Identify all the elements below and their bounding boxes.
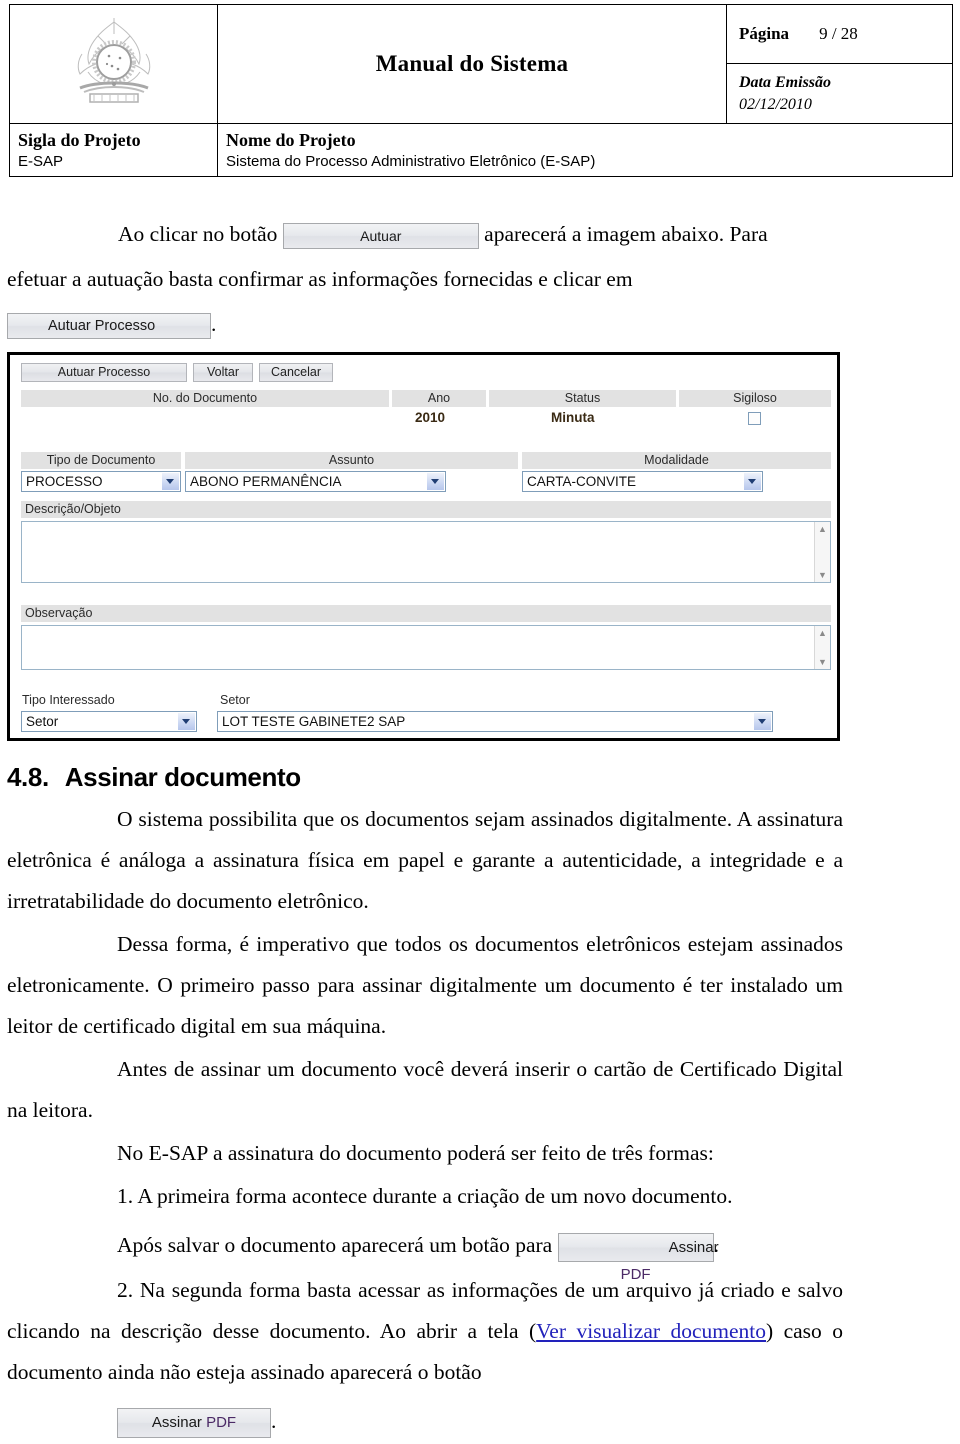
intro-block: Ao clicar no botão Autuar aparecerá a im…	[0, 214, 960, 345]
page-value: 9 / 28	[819, 24, 858, 43]
field-label-tipo-documento: Tipo de Documento	[21, 452, 181, 469]
intro-line-1: Ao clicar no botão Autuar aparecerá a im…	[118, 214, 843, 255]
select-tipo-documento[interactable]: PROCESSO	[21, 471, 181, 492]
chevron-down-icon[interactable]	[744, 473, 761, 490]
field-label-descricao-objeto: Descrição/Objeto	[21, 501, 831, 518]
assinar-pdf-label-b: PDF	[206, 1414, 237, 1432]
issue-date-row: Data Emissão 02/12/2010	[727, 64, 952, 124]
toolbar-cancelar-button[interactable]: Cancelar	[259, 363, 333, 382]
list-item-1: 1. A primeira forma acontece durante a c…	[117, 1184, 733, 1208]
logo-cell	[9, 4, 218, 124]
select-assunto-value: ABONO PERMANÊNCIA	[190, 474, 342, 489]
section-paragraph-2: Dessa forma, é imperativo que todos os d…	[7, 932, 843, 1038]
assinar-pdf-button-image-2[interactable]: Assinar PDF	[117, 1408, 271, 1439]
project-acronym-label: Sigla do Projeto	[18, 130, 141, 150]
toolbar-voltar-button[interactable]: Voltar	[193, 363, 253, 382]
list-item-1-note-text: Após salvar o documento aparecerá um bot…	[117, 1233, 553, 1257]
project-acronym-cell: Sigla do Projeto E-SAP	[9, 123, 218, 177]
column-header-no-documento: No. do Documento	[21, 390, 389, 407]
chevron-down-icon[interactable]	[178, 713, 195, 730]
assinar-pdf-label-a: Assinar	[151, 1414, 207, 1432]
manual-title-cell: Manual do Sistema	[217, 4, 727, 124]
autuar-button-image[interactable]: Autuar	[282, 223, 479, 250]
column-header-status: Status	[489, 390, 676, 407]
scroll-down-icon[interactable]: ▼	[817, 657, 828, 667]
select-setor[interactable]: LOT TESTE GABINETE2 SAP	[217, 711, 773, 732]
field-label-modalidade: Modalidade	[522, 452, 831, 469]
section-title: Assinar documento	[64, 762, 301, 792]
scroll-down-icon[interactable]: ▼	[817, 570, 828, 580]
select-assunto[interactable]: ABONO PERMANÊNCIA	[185, 471, 446, 492]
field-label-setor: Setor	[220, 693, 250, 707]
autuar-processo-button-image[interactable]: Autuar Processo	[7, 313, 211, 340]
list-item-1-period: .	[713, 1233, 719, 1257]
intro-text-1: Ao clicar no botão	[118, 222, 278, 246]
chevron-down-icon[interactable]	[162, 473, 179, 490]
section-number: 4.8.	[7, 762, 49, 792]
scroll-up-icon[interactable]: ▲	[817, 524, 828, 534]
select-tipo-interessado[interactable]: Setor	[21, 711, 197, 732]
project-name-label: Nome do Projeto	[226, 130, 356, 150]
column-header-ano: Ano	[392, 390, 486, 407]
value-ano: 2010	[415, 410, 446, 425]
intro-text-2: aparecerá a imagem abaixo. Para	[484, 222, 768, 246]
select-tipo-interessado-value: Setor	[26, 714, 59, 729]
select-tipo-documento-value: PROCESSO	[26, 474, 103, 489]
sigiloso-checkbox[interactable]	[748, 412, 761, 425]
chevron-down-icon[interactable]	[754, 713, 771, 730]
value-status: Minuta	[551, 410, 595, 425]
assinar-pdf-button-image-1[interactable]: Assinar PDF	[557, 1232, 719, 1283]
section-paragraph-1: O sistema possibilita que os documentos …	[7, 807, 843, 913]
list-item-2: 2. Na segunda forma basta acessar as inf…	[7, 1270, 843, 1393]
section-paragraph-4: No E-SAP a assinatura do documento poder…	[117, 1141, 714, 1165]
issue-date-value: 02/12/2010	[739, 95, 812, 113]
ver-visualizar-documento-link[interactable]: Ver visualizar documento	[536, 1319, 766, 1343]
list-item-2-note: Assinar PDF.	[7, 1401, 953, 1442]
select-modalidade[interactable]: CARTA-CONVITE	[522, 471, 763, 492]
issue-date-label: Data Emissão	[739, 73, 832, 91]
list-item-2-period: .	[271, 1409, 277, 1433]
intro-period: .	[211, 312, 217, 336]
project-acronym-value: E-SAP	[18, 152, 64, 170]
scroll-up-icon[interactable]: ▲	[817, 628, 828, 638]
project-name-cell: Nome do Projeto Sistema do Processo Admi…	[217, 123, 953, 177]
field-label-observacao: Observação	[21, 605, 831, 622]
page-number-row: Página 9 / 28	[727, 5, 952, 64]
textarea-scrollbar[interactable]: ▲ ▼	[814, 626, 830, 669]
application-screenshot: Autuar Processo Voltar Cancelar No. do D…	[7, 352, 840, 741]
project-name-value: Sistema do Processo Administrativo Eletr…	[226, 152, 596, 170]
textarea-observacao[interactable]: ▲ ▼	[21, 625, 831, 670]
column-header-sigiloso: Sigiloso	[679, 390, 831, 407]
assinar-pdf-label-a: Assinar	[668, 1238, 719, 1256]
section-assinar-documento: 4.8. Assinar documento O sistema possibil…	[0, 762, 960, 1442]
section-paragraph-3: Antes de assinar um documento você dever…	[7, 1057, 843, 1122]
toolbar-autuar-processo-button[interactable]: Autuar Processo	[21, 363, 187, 382]
page-label: Página	[739, 24, 790, 43]
field-label-tipo-interessado: Tipo Interessado	[22, 693, 115, 707]
select-setor-value: LOT TESTE GABINETE2 SAP	[222, 714, 406, 729]
intro-line-2: efetuar a autuação basta confirmar as in…	[7, 267, 633, 291]
list-item-1-note: Após salvar o documento aparecerá um bot…	[7, 1225, 843, 1283]
field-label-assunto: Assunto	[185, 452, 518, 469]
header-meta-cell: Página 9 / 28 Data Emissão 02/12/2010	[726, 4, 953, 124]
brazil-coat-of-arms-icon	[68, 17, 160, 114]
textarea-scrollbar[interactable]: ▲ ▼	[814, 522, 830, 582]
chevron-down-icon[interactable]	[427, 473, 444, 490]
textarea-descricao-objeto[interactable]: ▲ ▼	[21, 521, 831, 583]
section-heading: 4.8. Assinar documento	[7, 762, 960, 793]
select-modalidade-value: CARTA-CONVITE	[527, 474, 637, 489]
page-title: Manual do Sistema	[375, 51, 569, 76]
intro-line-3: Autuar Processo.	[7, 304, 843, 345]
document-header-table: Manual do Sistema Página 9 / 28 Data Emis…	[9, 4, 953, 177]
form-toolbar: Autuar Processo Voltar Cancelar	[21, 363, 333, 382]
